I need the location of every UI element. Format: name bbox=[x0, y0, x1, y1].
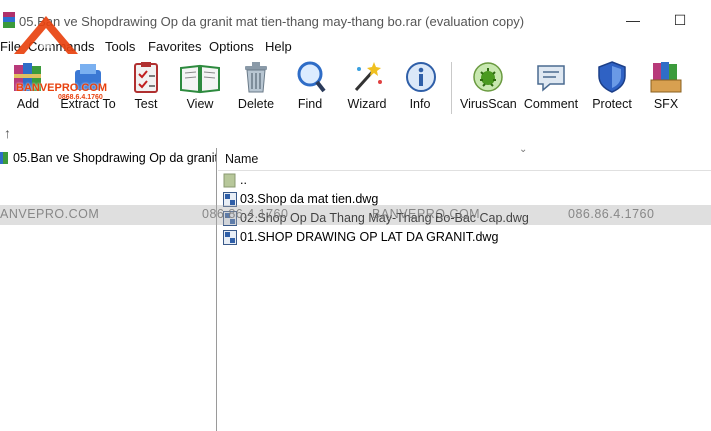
sfx-box-icon bbox=[650, 62, 682, 93]
archive-icon bbox=[0, 152, 8, 164]
file-name: 03.Shop da mat tien.dwg bbox=[240, 192, 379, 206]
dwg-file-icon bbox=[223, 211, 237, 226]
menu-help[interactable]: Help bbox=[265, 39, 292, 54]
column-name-label: Name bbox=[225, 152, 259, 166]
shield-icon bbox=[598, 61, 626, 93]
column-header-name[interactable]: Name ⌄ bbox=[218, 144, 711, 171]
extract-box-icon bbox=[75, 64, 101, 90]
speech-bubble-icon bbox=[537, 65, 565, 92]
open-book-icon bbox=[180, 64, 220, 94]
wizard-button[interactable]: Wizard bbox=[346, 60, 388, 118]
menu-bar: File Commands Tools Favorites Options He… bbox=[0, 38, 711, 56]
menu-commands[interactable]: Commands bbox=[28, 39, 94, 54]
menu-tools[interactable]: Tools bbox=[105, 39, 135, 54]
test-button[interactable]: Test bbox=[128, 60, 164, 118]
menu-options[interactable]: Options bbox=[209, 39, 254, 54]
file-row[interactable]: 01.SHOP DRAWING OP LAT DA GRANIT.dwg bbox=[222, 229, 702, 247]
file-row[interactable]: 02.Shop Op Da Thang May-Thang Bo-Bac Cap… bbox=[222, 210, 702, 228]
folder-tree-pane: 05.Ban ve Shopdrawing Op da granit r bbox=[0, 148, 217, 431]
title-bar: 05.Ban ve Shopdrawing Op da granit mat t… bbox=[0, 0, 711, 38]
add-button[interactable]: Add bbox=[8, 60, 48, 118]
toolbar-separator bbox=[451, 62, 452, 114]
find-label: Find bbox=[297, 97, 323, 111]
file-list-pane: Name ⌄ .. 03.Shop da mat tien.dwg 02.Sho… bbox=[218, 144, 711, 431]
comment-button[interactable]: Comment bbox=[522, 60, 580, 118]
virus-icon bbox=[473, 62, 503, 92]
protect-label: Protect bbox=[592, 97, 632, 111]
delete-button[interactable]: Delete bbox=[236, 60, 276, 118]
add-label: Add bbox=[16, 97, 40, 111]
clipboard-check-icon bbox=[134, 62, 158, 93]
trash-can-icon bbox=[245, 62, 267, 93]
file-row[interactable]: 03.Shop da mat tien.dwg bbox=[222, 191, 702, 209]
minimize-button[interactable]: — bbox=[620, 10, 646, 30]
toolbar: Add Extract To Test View Delete Find Wiz… bbox=[0, 56, 711, 120]
view-button[interactable]: View bbox=[178, 60, 222, 118]
file-name: .. bbox=[240, 173, 247, 187]
comment-label: Comment bbox=[523, 97, 579, 111]
menu-favorites[interactable]: Favorites bbox=[148, 39, 201, 54]
info-label: Info bbox=[409, 97, 431, 111]
tree-item-archive[interactable]: 05.Ban ve Shopdrawing Op da granit r bbox=[0, 150, 216, 168]
navigation-bar: ↑ bbox=[0, 120, 711, 148]
delete-label: Delete bbox=[237, 97, 275, 111]
sfx-label: SFX bbox=[653, 97, 679, 111]
wizard-label: Wizard bbox=[347, 97, 387, 111]
protect-button[interactable]: Protect bbox=[590, 60, 634, 118]
maximize-button[interactable]: ☐ bbox=[667, 10, 693, 30]
window-title: 05.Ban ve Shopdrawing Op da granit mat t… bbox=[19, 14, 525, 29]
info-button[interactable]: Info bbox=[404, 60, 436, 118]
test-label: Test bbox=[134, 97, 158, 111]
find-button[interactable]: Find bbox=[292, 60, 328, 118]
magnifier-icon bbox=[297, 61, 326, 93]
menu-file[interactable]: File bbox=[0, 39, 21, 54]
extract-to-label: Extract To bbox=[60, 97, 116, 111]
extract-to-button[interactable]: Extract To bbox=[58, 60, 118, 118]
file-row-parent[interactable]: .. bbox=[222, 172, 702, 190]
virusscan-label: VirusScan bbox=[460, 97, 517, 111]
magic-wand-icon bbox=[354, 62, 382, 92]
view-label: View bbox=[186, 97, 214, 111]
parent-folder-icon bbox=[223, 173, 236, 188]
file-name: 02.Shop Op Da Thang May-Thang Bo-Bac Cap… bbox=[240, 211, 529, 225]
books-stack-icon bbox=[14, 63, 41, 91]
dwg-file-icon bbox=[223, 230, 237, 245]
sort-indicator-icon: ⌄ bbox=[519, 144, 528, 155]
virusscan-button[interactable]: VirusScan bbox=[460, 60, 517, 118]
sfx-button[interactable]: SFX bbox=[648, 60, 684, 118]
info-icon bbox=[406, 62, 436, 92]
dwg-file-icon bbox=[223, 192, 237, 207]
tree-item-label: 05.Ban ve Shopdrawing Op da granit r bbox=[13, 151, 216, 165]
winrar-app-icon bbox=[3, 12, 15, 28]
file-name: 01.SHOP DRAWING OP LAT DA GRANIT.dwg bbox=[240, 230, 499, 244]
up-arrow-icon[interactable]: ↑ bbox=[4, 125, 11, 141]
